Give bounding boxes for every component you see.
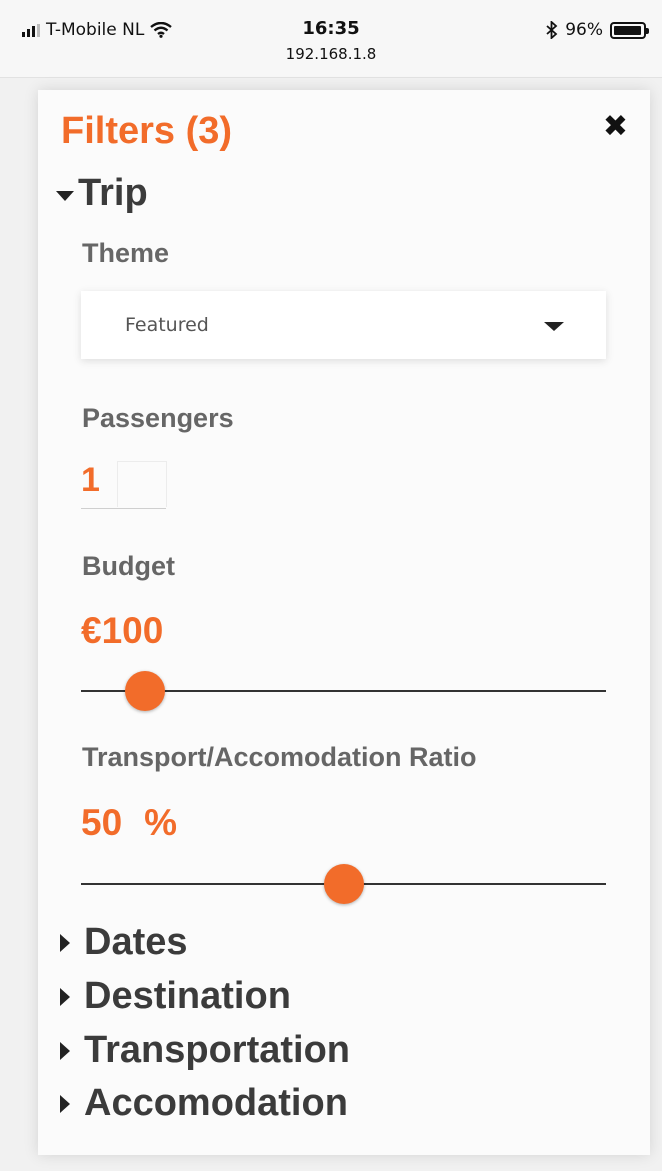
- budget-slider-thumb[interactable]: [124, 671, 165, 711]
- section-label-dates: Dates: [84, 921, 188, 963]
- caret-right-icon: [60, 987, 70, 1006]
- ratio-slider-thumb[interactable]: [323, 864, 364, 904]
- section-label-destination: Destination: [84, 975, 291, 1017]
- status-right: 96%: [546, 20, 649, 40]
- passengers-label: Passengers: [82, 403, 234, 433]
- url-label: 192.168.1.8: [285, 45, 377, 63]
- caret-right-icon: [60, 933, 70, 952]
- theme-select-value: Featured: [125, 314, 209, 336]
- close-icon[interactable]: ✖: [603, 112, 628, 142]
- ratio-value-group: 50%: [81, 802, 177, 844]
- section-toggle-accomodation[interactable]: Accomodation: [56, 1082, 348, 1125]
- theme-select[interactable]: Featured: [81, 291, 606, 359]
- passengers-value: 1: [81, 461, 100, 499]
- battery-icon: [610, 21, 649, 39]
- budget-label: Budget: [82, 551, 175, 581]
- ratio-unit: %: [144, 802, 178, 843]
- ratio-slider[interactable]: [81, 864, 606, 904]
- section-label-accomodation: Accomodation: [84, 1082, 348, 1124]
- section-toggle-trip[interactable]: Trip: [56, 172, 148, 215]
- ratio-value: 50: [81, 802, 123, 843]
- passengers-input-box: [117, 461, 167, 507]
- caret-right-icon: [60, 1094, 70, 1113]
- budget-value: €100: [81, 610, 164, 651]
- section-toggle-dates[interactable]: Dates: [56, 921, 188, 964]
- caret-right-icon: [60, 1041, 70, 1060]
- caret-down-icon: [56, 190, 74, 201]
- battery-percent: 96%: [565, 20, 603, 40]
- filters-panel: Filters (3) ✖ Trip Theme Featured Passen…: [38, 90, 650, 1155]
- chevron-down-icon: [544, 322, 564, 331]
- budget-slider[interactable]: [81, 671, 606, 711]
- section-label-transportation: Transportation: [84, 1029, 351, 1071]
- section-label-trip: Trip: [78, 172, 148, 214]
- theme-label: Theme: [82, 238, 170, 268]
- section-toggle-destination[interactable]: Destination: [56, 975, 291, 1018]
- section-toggle-transportation[interactable]: Transportation: [56, 1029, 350, 1072]
- ratio-label: Transport/Accomodation Ratio: [82, 742, 477, 772]
- filters-title: Filters (3): [61, 110, 233, 152]
- status-bar: T-Mobile NL 16:35 192.168.1.8 96%: [0, 0, 662, 78]
- bluetooth-icon: [546, 21, 558, 39]
- passengers-input[interactable]: 1: [81, 461, 167, 509]
